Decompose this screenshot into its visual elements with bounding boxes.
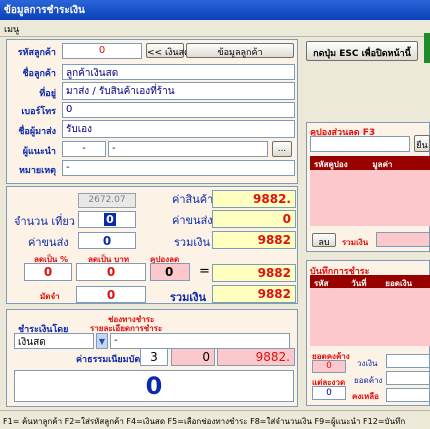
delivery-cost-label: ค่าขนส่ง — [28, 236, 69, 249]
coupon-sum-label: รวมเงิน — [342, 238, 369, 247]
discount-baht-input[interactable]: 0 — [76, 263, 146, 281]
grey-total-display: 2672.07 — [78, 193, 136, 208]
balance-label: ยอดค้าง — [354, 376, 383, 385]
card-fee-total: 9882. — [217, 348, 295, 366]
cash-customer-button[interactable]: << เงินสด — [146, 43, 190, 58]
goods-label: ค่าสินค้า — [172, 193, 214, 206]
discount-pct-input[interactable]: 0 — [24, 263, 72, 281]
goods-value: 9882. — [212, 190, 296, 208]
customer-code-label: รหัสลูกค้า — [17, 48, 56, 58]
close-esc-button[interactable]: กดปุ่ม ESC เพื่อปิดหน้านี้ — [306, 41, 418, 61]
coupon-search-input[interactable] — [310, 136, 410, 152]
receiver-field[interactable]: รับเอง — [62, 120, 295, 138]
menu-bar: เมนู — [0, 20, 430, 37]
coupon-search-button[interactable]: ยืน — [414, 135, 430, 152]
coupon-discount-value: 0 — [150, 263, 190, 281]
chevron-down-icon[interactable]: ▼ — [96, 333, 108, 349]
trips-label: จำนวน เที่ยว — [14, 215, 75, 228]
delivery-value: 0 — [212, 210, 296, 228]
status-indicator — [424, 33, 430, 63]
remaining-value: 0 — [312, 360, 346, 373]
payment-log-col-date: วันที่ — [351, 279, 367, 288]
customer-name-field[interactable]: ลูกค้าเงินสด — [62, 64, 295, 80]
trips-selected-value: 0 — [104, 213, 116, 226]
customer-info-button[interactable]: ข้อมูลลูกค้า — [186, 43, 294, 58]
delivery-cost-input[interactable]: 0 — [78, 232, 136, 249]
customer-name-label: ชื่อลูกค้า — [22, 69, 56, 79]
deposit-input[interactable]: 0 — [76, 286, 146, 303]
credit-limit-field[interactable] — [386, 354, 430, 368]
payment-log-body — [310, 288, 430, 346]
note-label: หมายเหตุ — [18, 166, 56, 176]
phone-field[interactable]: 0 — [62, 102, 295, 118]
coupon-table-body — [310, 170, 430, 226]
card-fee-percent[interactable]: 3 — [140, 348, 168, 366]
shortcut-help-text: F1= ค้นหาลูกค้า F2=ใส่รหัสลูกค้า F4=เงิน… — [3, 417, 406, 426]
window-title-bar: ข้อมูลการชำระเงิน — [0, 0, 430, 20]
card-fee-label: ค่าธรรมเนียมบัตร — [76, 355, 145, 365]
sum-label: รวมเงิน — [174, 236, 210, 249]
note-field[interactable]: - — [62, 160, 295, 176]
payment-log-col-amount: ยอดเงิน — [385, 279, 413, 288]
sum-value: 9882 — [212, 231, 296, 249]
coupon-col-code: รหัสคูปอง — [314, 160, 348, 169]
window-title: ข้อมูลการชำระเงิน — [4, 5, 85, 16]
address-label: ที่อยู่ — [39, 89, 56, 99]
payment-method-select[interactable]: เงินสด — [14, 333, 94, 349]
referrer-browse-button[interactable]: ... — [272, 141, 292, 157]
payment-log-col-code: รหัส — [314, 279, 329, 288]
payment-log-header: รหัส วันที่ ยอดเงิน — [310, 275, 430, 288]
phone-label: เบอร์โทร — [21, 107, 56, 117]
coupon-sum-value — [376, 232, 430, 247]
payment-amount-display[interactable]: 0 — [14, 370, 294, 402]
card-fee-value: 0 — [171, 348, 215, 366]
status-bar: F1= ค้นหาลูกค้า F2=ใส่รหัสลูกค้า F4=เงิน… — [0, 410, 430, 429]
delivery-label: ค่าขนส่ง — [172, 214, 213, 227]
installment-value[interactable]: 0 — [312, 386, 346, 400]
receiver-label: ชื่อผู้มาส่ง — [18, 127, 56, 137]
referrer-name-field[interactable]: - — [108, 141, 268, 157]
coupon-col-value: มูลค่า — [372, 160, 393, 169]
equals-sign: = — [199, 264, 210, 279]
customer-code-input[interactable]: 0 — [62, 43, 142, 59]
payment-channel-field[interactable]: - — [110, 333, 290, 349]
credit-limit-label: วงเงิน — [357, 359, 378, 368]
pending-label: คงเหลือ — [352, 392, 379, 401]
after-discount-value: 9882 — [212, 264, 296, 282]
coupon-table-header: รหัสคูปอง มูลค่า — [310, 156, 430, 170]
referrer-label: ผู้แนะนำ — [22, 147, 56, 157]
total-label: รวมเงิน — [170, 291, 206, 304]
deposit-label: มัดจำ — [40, 292, 60, 301]
total-value: 9882 — [212, 285, 296, 303]
address-field[interactable]: มาส่ง / รับสินค้าเองที่ร้าน — [62, 82, 295, 100]
pending-field[interactable] — [386, 388, 430, 402]
coupon-delete-button[interactable]: ลบ — [312, 233, 336, 248]
menu-item[interactable]: เมนู — [4, 25, 19, 35]
balance-field[interactable] — [386, 371, 430, 385]
referrer-code-field[interactable]: - — [62, 141, 106, 157]
